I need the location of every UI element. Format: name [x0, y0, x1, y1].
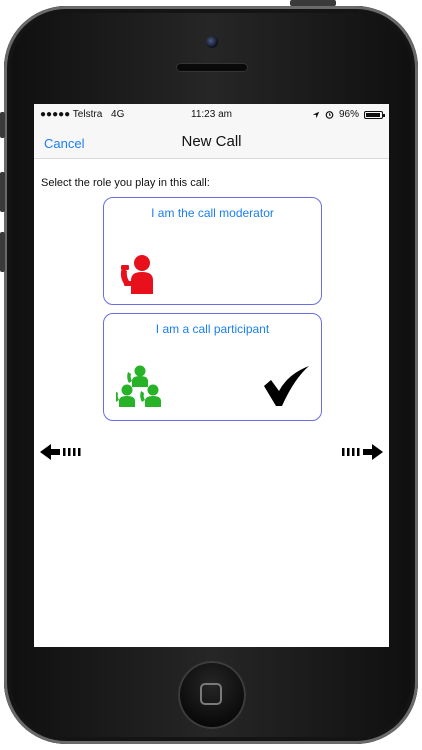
volume-up-button [0, 172, 5, 212]
next-arrow-icon[interactable] [339, 440, 385, 464]
location-icon [312, 111, 320, 118]
alarm-icon [325, 111, 334, 119]
volume-down-button [0, 232, 5, 272]
moderator-icon [120, 255, 153, 294]
role-instruction: Select the role you play in this call: [41, 177, 210, 189]
battery-icon [364, 110, 385, 119]
front-camera [206, 36, 218, 48]
participants-icon [116, 365, 161, 407]
previous-arrow-icon[interactable] [38, 440, 84, 464]
navigation-bar: Cancel New Call [34, 126, 389, 159]
participant-role-card[interactable]: I am a call participant [103, 313, 322, 421]
selected-checkmark-icon [264, 366, 309, 406]
phone-screen: ●●●●● Telstra 4G 11:23 am 96% Cancel New… [34, 104, 389, 647]
sleep-button [290, 0, 336, 6]
status-indicators: 96% [312, 109, 385, 120]
earpiece-speaker [176, 63, 248, 72]
home-square-icon [200, 683, 222, 705]
participant-role-label: I am a call participant [155, 322, 270, 336]
battery-percent: 96% [338, 109, 359, 120]
mute-switch [0, 112, 5, 138]
moderator-role-label: I am the call moderator [151, 206, 274, 220]
status-bar: ●●●●● Telstra 4G 11:23 am 96% [34, 104, 389, 126]
page-title: New Call [181, 133, 242, 150]
moderator-role-card[interactable]: I am the call moderator [103, 197, 322, 305]
